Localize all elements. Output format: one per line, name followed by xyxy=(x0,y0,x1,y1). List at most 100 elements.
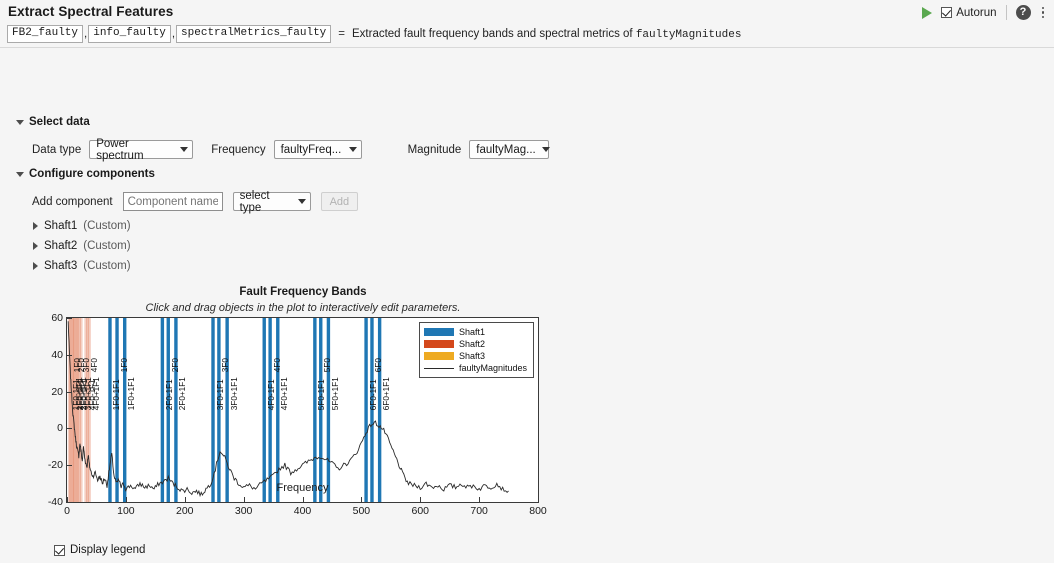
y-tick-mark xyxy=(67,502,72,503)
band-label: 6F0+1F1 xyxy=(383,377,391,410)
output-var-3[interactable]: spectralMetrics_faulty xyxy=(176,25,331,43)
component-item-shaft2[interactable]: Shaft2 (Custom) xyxy=(33,240,131,252)
chart-legend[interactable]: Shaft1 Shaft2 Shaft3 faultyMagnitudes xyxy=(419,322,534,378)
component-type-value: select type xyxy=(240,190,292,214)
band-label: 3F0 xyxy=(222,358,230,372)
x-tick-label: 200 xyxy=(176,505,194,517)
y-tick-label: 40 xyxy=(51,349,63,361)
x-tick-mark xyxy=(479,497,480,502)
chart-axes[interactable]: 1F01F0-1F11F0+1F12F02F0-1F12F0+1F13F03F0… xyxy=(66,317,539,503)
band-label: 2F0+1F1 xyxy=(179,377,187,410)
display-legend-toggle[interactable]: Display legend xyxy=(54,544,145,556)
header-toolbar: Autorun ? xyxy=(922,4,1046,21)
magnitude-label: Magnitude xyxy=(408,144,462,156)
component-kind: (Custom) xyxy=(83,240,130,252)
y-tick-label: 60 xyxy=(51,312,63,324)
toolbar-divider xyxy=(1006,5,1007,20)
component-name-input[interactable] xyxy=(123,192,223,211)
kebab-menu-icon[interactable] xyxy=(1040,5,1047,21)
add-component-row: Add component select type Add xyxy=(32,192,358,211)
component-name: Shaft3 xyxy=(44,260,77,272)
x-tick-mark xyxy=(538,497,539,502)
signature-description: Extracted fault frequency bands and spec… xyxy=(352,28,741,41)
y-tick-label: -40 xyxy=(48,496,63,508)
chevron-down-icon xyxy=(349,147,357,152)
x-tick-label: 600 xyxy=(411,505,429,517)
band-label: 4F0 xyxy=(91,358,99,372)
band-label: 1F0-1F1 xyxy=(113,379,121,410)
component-kind: (Custom) xyxy=(83,220,130,232)
fault-frequency-bands-plot: Fault Frequency Bands Click and drag obj… xyxy=(0,278,600,543)
component-item-shaft1[interactable]: Shaft1 (Custom) xyxy=(33,220,131,232)
autorun-toggle[interactable]: Autorun xyxy=(941,7,996,19)
chart-title: Fault Frequency Bands xyxy=(33,286,573,298)
legend-entry: faultyMagnitudes xyxy=(424,363,527,373)
section-configure-components[interactable]: Configure components xyxy=(16,168,155,180)
band-label: 3F0+1F1 xyxy=(230,377,238,410)
chevron-down-icon xyxy=(542,147,550,152)
component-item-shaft3[interactable]: Shaft3 (Custom) xyxy=(33,260,131,272)
band-label: 5F0+1F1 xyxy=(332,377,340,410)
component-list: Shaft1 (Custom) Shaft2 (Custom) Shaft3 (… xyxy=(33,220,131,272)
add-component-button[interactable]: Add xyxy=(321,192,359,211)
description-variable: faultyMagnitudes xyxy=(636,29,742,41)
select-data-fields: Data type Power spectrum Frequency fault… xyxy=(32,140,549,159)
y-tick-label: 20 xyxy=(51,386,63,398)
display-legend-checkbox[interactable] xyxy=(54,545,65,556)
legend-entry: Shaft3 xyxy=(424,351,527,361)
band-label: 2F0 xyxy=(172,358,180,372)
x-tick-mark xyxy=(303,497,304,502)
band-label: 4F0 xyxy=(273,358,281,372)
chevron-down-icon xyxy=(180,147,188,152)
section-configure-components-label: Configure components xyxy=(29,168,155,180)
help-question-icon[interactable]: ? xyxy=(1016,5,1031,20)
x-tick-mark xyxy=(185,497,186,502)
output-var-2[interactable]: info_faulty xyxy=(88,25,171,43)
frequency-dropdown[interactable]: faultyFreq... xyxy=(274,140,362,159)
x-tick-mark xyxy=(67,497,68,502)
chevron-down-icon xyxy=(16,120,24,125)
x-tick-mark xyxy=(361,497,362,502)
data-type-dropdown[interactable]: Power spectrum xyxy=(89,140,193,159)
description-text: Extracted fault frequency bands and spec… xyxy=(352,28,636,40)
band-label: 6F0-1F1 xyxy=(369,379,377,410)
component-name: Shaft1 xyxy=(44,220,77,232)
y-tick-mark xyxy=(67,392,72,393)
x-tick-label: 100 xyxy=(117,505,135,517)
chart-subtitle: Click and drag objects in the plot to in… xyxy=(23,302,583,314)
data-type-label: Data type xyxy=(32,144,81,156)
chevron-right-icon xyxy=(33,222,38,230)
component-type-dropdown[interactable]: select type xyxy=(233,192,311,211)
extract-spectral-features-app: Extract Spectral Features FB2_faulty , i… xyxy=(0,0,1054,563)
y-tick-mark xyxy=(67,318,72,319)
legend-entry: Shaft1 xyxy=(424,327,527,337)
run-triangle-icon[interactable] xyxy=(922,7,932,19)
add-component-label: Add component xyxy=(32,196,113,208)
x-axis-label: Frequency xyxy=(66,482,539,494)
x-tick-label: 500 xyxy=(353,505,371,517)
output-var-1[interactable]: FB2_faulty xyxy=(7,25,83,43)
band-label: 1F0 xyxy=(120,358,128,372)
autorun-label: Autorun xyxy=(956,7,996,19)
x-tick-label: 800 xyxy=(529,505,547,517)
legend-swatch-icon xyxy=(424,352,454,360)
band-label: 5F0 xyxy=(324,358,332,372)
section-select-data[interactable]: Select data xyxy=(16,116,90,128)
legend-label: faultyMagnitudes xyxy=(459,363,527,373)
frequency-label: Frequency xyxy=(211,144,265,156)
chevron-right-icon xyxy=(33,242,38,250)
display-legend-label: Display legend xyxy=(70,544,145,556)
output-signature: FB2_faulty , info_faulty , spectralMetri… xyxy=(7,25,741,43)
magnitude-dropdown[interactable]: faultyMag... xyxy=(469,140,549,159)
y-tick-mark xyxy=(67,465,72,466)
band-label: 4F0+1F1 xyxy=(93,377,101,410)
legend-entry: Shaft2 xyxy=(424,339,527,349)
band-label: 1F0+1F1 xyxy=(128,377,136,410)
autorun-checkbox[interactable] xyxy=(941,7,952,18)
component-kind: (Custom) xyxy=(83,260,130,272)
x-tick-label: 300 xyxy=(235,505,253,517)
x-tick-mark xyxy=(126,497,127,502)
equals-sign: = xyxy=(331,28,352,40)
legend-label: Shaft1 xyxy=(459,327,485,337)
legend-swatch-icon xyxy=(424,328,454,336)
